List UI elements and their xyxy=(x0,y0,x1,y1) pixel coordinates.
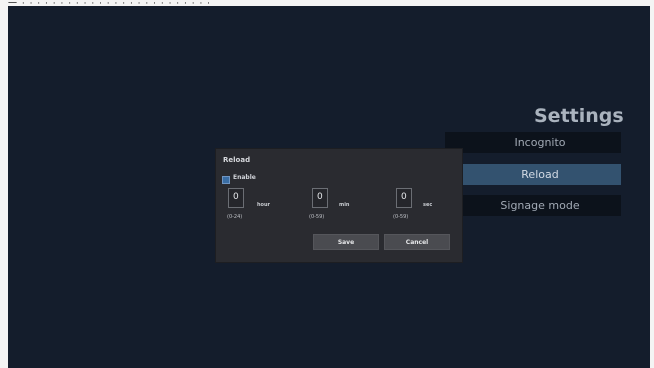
hour-range-label: (0-24) xyxy=(227,214,243,220)
hour-input[interactable]: 0 xyxy=(228,188,244,208)
settings-title: Settings xyxy=(534,105,624,127)
reload-dialog: Reload Enable 0 hour (0-24) 0 min (0-59)… xyxy=(215,148,463,263)
min-range-label: (0-59) xyxy=(309,214,325,220)
menu-item-reload[interactable]: Reload xyxy=(445,164,621,185)
hour-value: 0 xyxy=(233,192,239,202)
min-unit-label: min xyxy=(339,202,350,208)
sec-input[interactable]: 0 xyxy=(396,188,412,208)
menu-item-incognito[interactable]: Incognito xyxy=(445,132,621,153)
save-button[interactable]: Save xyxy=(313,234,379,250)
min-input[interactable]: 0 xyxy=(312,188,328,208)
sec-unit-label: sec xyxy=(423,202,433,208)
cancel-button[interactable]: Cancel xyxy=(384,234,450,250)
dialog-title: Reload xyxy=(223,156,251,164)
min-value: 0 xyxy=(317,192,323,202)
sec-value: 0 xyxy=(401,192,407,202)
menu-item-signage-mode[interactable]: Signage mode xyxy=(445,195,621,216)
enable-label: Enable xyxy=(233,174,256,181)
tv-screen: Settings Incognito Reload Signage mode R… xyxy=(8,6,650,368)
hour-unit-label: hour xyxy=(257,202,271,208)
sec-range-label: (0-59) xyxy=(393,214,409,220)
enable-checkbox[interactable] xyxy=(222,176,230,184)
